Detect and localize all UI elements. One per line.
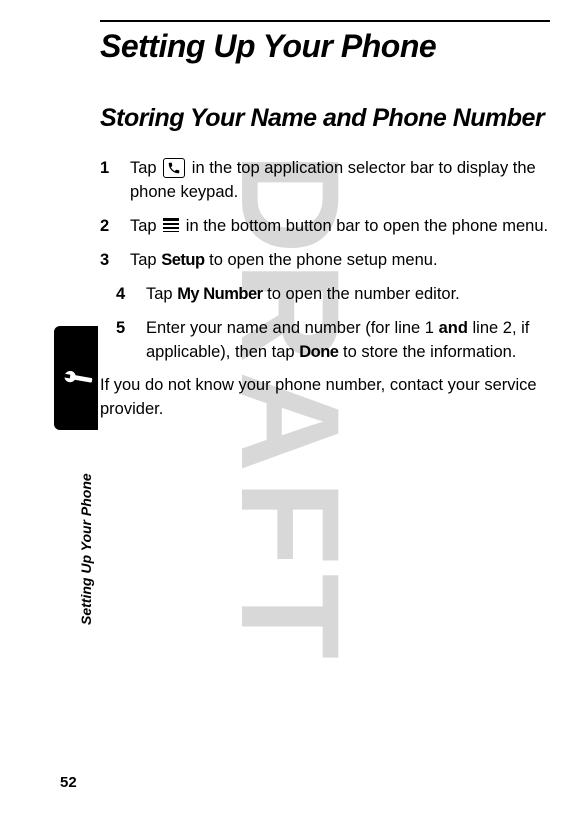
step-number: 2 xyxy=(100,215,130,239)
text-fragment: to open the number editor. xyxy=(263,285,460,303)
step-text: Tap Setup to open the phone setup menu. xyxy=(130,249,550,273)
text-fragment: Tap xyxy=(130,159,161,177)
text-fragment: to open the phone setup menu. xyxy=(205,251,438,269)
text-fragment: to store the information. xyxy=(338,343,516,361)
step-1: 1 Tap in the top application selector ba… xyxy=(100,157,550,205)
step-5: 5 Enter your name and number (for line 1… xyxy=(100,317,550,365)
step-text: Enter your name and number (for line 1 a… xyxy=(146,317,550,365)
ui-label-setup: Setup xyxy=(161,251,204,269)
step-3: 3 Tap Setup to open the phone setup menu… xyxy=(100,249,550,273)
phone-icon xyxy=(163,158,185,178)
text-fragment: in the bottom button bar to open the pho… xyxy=(181,217,548,235)
step-number: 3 xyxy=(100,249,130,273)
footer-note: If you do not know your phone number, co… xyxy=(100,374,550,422)
chapter-title: Setting Up Your Phone xyxy=(100,20,550,65)
text-fragment: Tap xyxy=(146,285,177,303)
step-text: Tap My Number to open the number editor. xyxy=(146,283,550,307)
step-2: 2 Tap in the bottom button bar to open t… xyxy=(100,215,550,239)
bold-text: and xyxy=(439,319,468,337)
ui-label-mynumber: My Number xyxy=(177,285,262,303)
steps-list: 1 Tap in the top application selector ba… xyxy=(100,157,550,273)
text-fragment: Enter your name and number (for line 1 xyxy=(146,319,439,337)
step-number: 1 xyxy=(100,157,130,205)
step-number: 4 xyxy=(116,283,146,307)
steps-list-indented: 4 Tap My Number to open the number edito… xyxy=(100,283,550,365)
menu-icon xyxy=(163,218,179,232)
ui-label-done: Done xyxy=(299,343,338,361)
step-4: 4 Tap My Number to open the number edito… xyxy=(100,283,550,307)
step-text: Tap in the bottom button bar to open the… xyxy=(130,215,550,239)
step-number: 5 xyxy=(116,317,146,365)
section-heading: Storing Your Name and Phone Number xyxy=(100,103,550,133)
text-fragment: in the top application selector bar to d… xyxy=(130,159,536,201)
text-fragment: Tap xyxy=(130,217,161,235)
step-text: Tap in the top application selector bar … xyxy=(130,157,550,205)
text-fragment: Tap xyxy=(130,251,161,269)
page-content: Setting Up Your Phone Storing Your Name … xyxy=(0,0,580,819)
